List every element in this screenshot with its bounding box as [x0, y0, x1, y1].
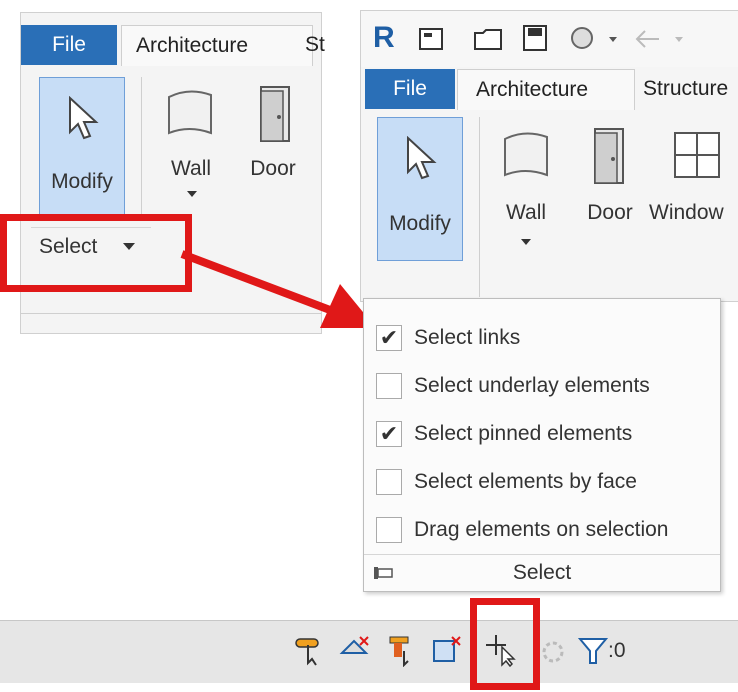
chevron-down-icon — [187, 191, 197, 197]
highlight-drag-icon — [470, 598, 540, 690]
pin-icon[interactable] — [372, 563, 396, 583]
select-by-face-icon[interactable] — [430, 633, 464, 667]
menu-footer-label: Select — [512, 561, 572, 584]
chevron-down-icon[interactable] — [609, 37, 617, 42]
menu-item-select-pinned[interactable]: ✔ Select pinned elements — [376, 417, 632, 451]
ribbon-separator — [141, 77, 142, 217]
checkbox-select-links[interactable]: ✔ — [376, 325, 402, 351]
door-button-right[interactable]: Door — [575, 117, 645, 267]
modify-button-left[interactable]: Modify — [39, 77, 125, 221]
chevron-down-icon[interactable] — [675, 37, 683, 42]
wall-icon — [168, 90, 212, 135]
menu-item-select-by-face[interactable]: Select elements by face — [376, 465, 637, 499]
modify-cursor-icon — [69, 96, 99, 140]
menu-item-select-underlay[interactable]: Select underlay elements — [376, 369, 650, 403]
undo-icon[interactable] — [635, 25, 665, 53]
check-icon: ✔ — [379, 325, 399, 350]
label-drag-elements: Drag elements on selection — [414, 518, 669, 541]
menu-footer: Select — [364, 554, 720, 591]
home-icon[interactable] — [417, 25, 445, 53]
menu-item-select-links[interactable]: ✔ Select links — [376, 321, 520, 355]
door-label-left: Door — [250, 157, 296, 180]
wall-label-left: Wall — [170, 157, 212, 180]
chevron-down-icon — [521, 239, 531, 245]
select-links-icon[interactable] — [292, 633, 326, 667]
modify-label-right: Modify — [389, 212, 451, 235]
tab-file-left[interactable]: File — [21, 25, 117, 65]
tab-architecture-left[interactable]: Architecture — [121, 25, 313, 66]
quick-access-toolbar: R — [361, 11, 738, 67]
window-icon — [674, 132, 720, 178]
arrow — [180, 250, 376, 328]
ribbon-separator — [479, 117, 480, 297]
modify-button-right[interactable]: Modify — [377, 117, 463, 261]
menu-item-drag-elements[interactable]: Drag elements on selection — [376, 513, 668, 547]
select-menu: ✔ Select links Select underlay elements … — [363, 298, 721, 592]
door-label-right: Door — [587, 201, 633, 224]
filter-count: :0 — [608, 639, 626, 662]
select-pinned-icon[interactable] — [384, 633, 418, 667]
label-select-pinned: Select pinned elements — [414, 422, 633, 445]
check-icon: ✔ — [379, 421, 399, 446]
window-label-right: Window — [649, 201, 724, 224]
select-underlay-icon[interactable] — [338, 633, 372, 667]
tab-structure-right[interactable]: Structure — [635, 69, 738, 109]
checkbox-select-underlay[interactable] — [376, 373, 402, 399]
filter-icon[interactable] — [578, 635, 608, 667]
sync-icon[interactable] — [567, 23, 597, 53]
tab-architecture-right[interactable]: Architecture — [457, 69, 635, 110]
tab-structure-left[interactable]: St — [305, 25, 335, 65]
modify-cursor-icon — [407, 136, 437, 180]
label-select-underlay: Select underlay elements — [414, 374, 650, 397]
checkbox-select-by-face[interactable] — [376, 469, 402, 495]
highlight-select-panel — [0, 214, 192, 292]
modify-label-left: Modify — [51, 170, 113, 193]
right-ribbon: R File Architecture Structure Modify Wal… — [360, 10, 738, 302]
door-button-left[interactable]: Door — [237, 77, 309, 217]
door-icon — [594, 128, 624, 184]
checkbox-drag-elements[interactable] — [376, 517, 402, 543]
wall-button-right[interactable]: Wall — [491, 117, 561, 267]
checkbox-select-pinned[interactable]: ✔ — [376, 421, 402, 447]
wall-label-right: Wall — [505, 201, 547, 224]
status-bar: :0 — [0, 620, 738, 683]
save-icon[interactable] — [521, 23, 549, 53]
label-select-links: Select links — [414, 326, 521, 349]
wall-button-left[interactable]: Wall — [155, 77, 227, 217]
door-icon — [260, 86, 290, 142]
wall-icon — [504, 132, 548, 177]
window-button-right[interactable]: Window — [649, 117, 738, 267]
folder-icon[interactable] — [473, 25, 503, 53]
app-logo[interactable]: R — [373, 21, 395, 55]
loading-icon — [542, 641, 564, 663]
label-select-by-face: Select elements by face — [414, 470, 637, 493]
tab-file-right[interactable]: File — [365, 69, 455, 109]
